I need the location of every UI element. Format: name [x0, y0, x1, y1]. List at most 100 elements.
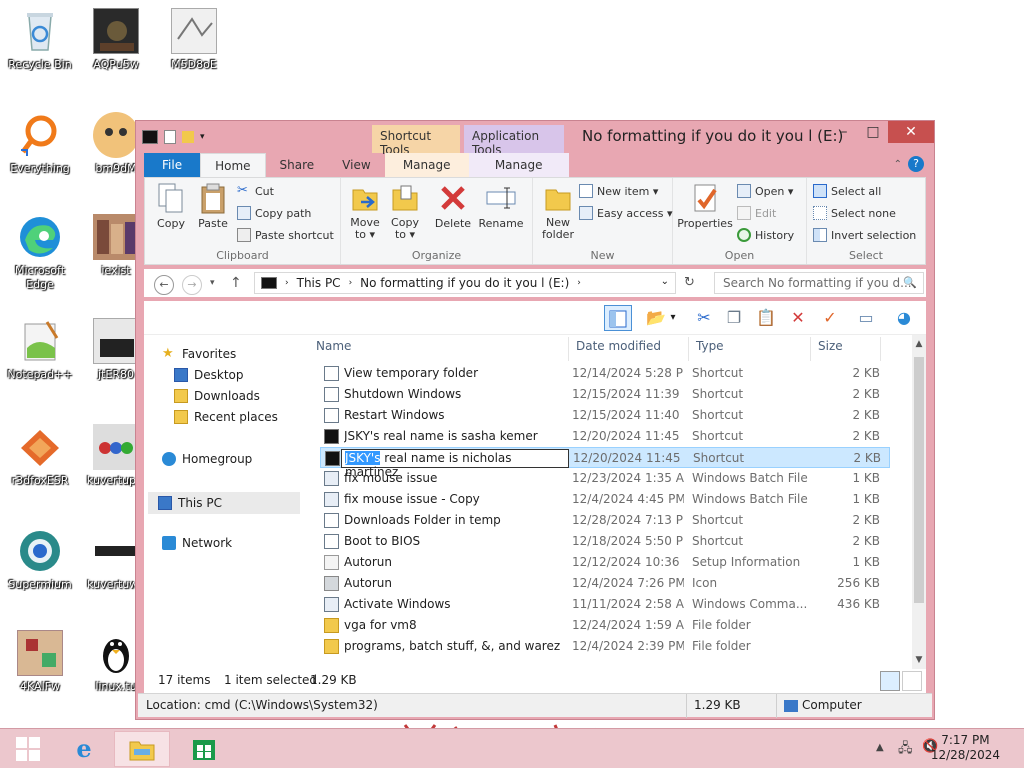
- invert-selection-button[interactable]: Invert selection: [813, 228, 916, 242]
- tray-overflow-icon[interactable]: ▲: [876, 742, 884, 753]
- file-row[interactable]: Downloads Folder in temp 12/28/2024 7:13 …: [320, 510, 890, 531]
- paste-toolbar-icon[interactable]: 📋: [752, 305, 780, 331]
- system-clock[interactable]: 7:17 PM 12/28/2024: [931, 733, 1000, 763]
- desktop-icon-aqpu5w[interactable]: AQPu5w: [76, 8, 156, 71]
- up-button[interactable]: ↑: [230, 275, 242, 291]
- copy-to-button[interactable]: Copy to ▾: [385, 182, 425, 241]
- new-item-button[interactable]: New item ▾: [579, 184, 658, 198]
- open-button[interactable]: Open ▾: [737, 184, 793, 198]
- rename-button[interactable]: Rename: [477, 182, 525, 230]
- details-view-button[interactable]: [880, 671, 900, 691]
- tab-view[interactable]: View: [328, 153, 384, 177]
- scroll-up-icon[interactable]: ▲: [912, 337, 926, 351]
- nav-this-pc[interactable]: This PC: [148, 492, 300, 514]
- desktop-icon-r3dfoxesr[interactable]: r3dfoxESR: [0, 424, 80, 487]
- recent-locations-dropdown-icon[interactable]: ▾: [210, 278, 215, 288]
- refresh-icon[interactable]: ↻: [684, 275, 695, 290]
- nav-network[interactable]: Network: [162, 536, 232, 550]
- file-row[interactable]: fix mouse issue - Copy 12/4/2024 4:45 PM W…: [320, 489, 890, 510]
- desktop-icon-recycle-bin[interactable]: Recycle Bin: [0, 8, 80, 71]
- file-row[interactable]: JSKY's real name is nicholas martinez 12/…: [320, 447, 890, 479]
- back-button[interactable]: ←: [154, 275, 174, 295]
- large-icons-view-button[interactable]: [902, 671, 922, 691]
- column-divider[interactable]: [810, 337, 811, 361]
- file-row[interactable]: Shutdown Windows 12/15/2024 11:39 ... Shor…: [320, 384, 890, 405]
- cut-toolbar-icon[interactable]: ✂: [690, 305, 718, 331]
- nav-recent-places[interactable]: Recent places: [174, 410, 278, 424]
- desktop-icon-everything[interactable]: Everything: [0, 112, 80, 175]
- taskbar-file-explorer[interactable]: [114, 731, 170, 767]
- copy-toolbar-icon[interactable]: ❐: [720, 305, 748, 331]
- tab-manage-application[interactable]: Manage: [468, 153, 569, 177]
- new-folder-qat-icon[interactable]: [182, 131, 194, 143]
- desktop-icon-4kalfw[interactable]: 4KAlFw: [0, 630, 80, 693]
- maximize-button[interactable]: □: [858, 121, 888, 143]
- close-button[interactable]: ✕: [888, 121, 934, 143]
- easy-access-button[interactable]: Easy access ▾: [579, 206, 673, 220]
- taskbar-store[interactable]: [176, 731, 232, 767]
- file-row[interactable]: vga for vm8 12/24/2024 1:59 AM File folder: [320, 615, 890, 636]
- file-row[interactable]: Autorun 12/12/2024 10:36 ... Setup Informa…: [320, 552, 890, 573]
- desktop-icon-supermium[interactable]: Supermium: [0, 528, 80, 591]
- title-bar[interactable]: ▾ Shortcut Tools Application Tools No fo…: [136, 121, 934, 157]
- paste-shortcut-button[interactable]: Paste shortcut: [237, 228, 334, 242]
- file-row[interactable]: Activate Windows 11/11/2024 2:58 AM Window…: [320, 594, 890, 615]
- select-all-button[interactable]: Select all: [813, 184, 881, 198]
- delete-button[interactable]: Delete: [433, 182, 473, 230]
- taskbar-internet-explorer[interactable]: e: [56, 731, 112, 767]
- nav-desktop[interactable]: Desktop: [174, 368, 244, 382]
- file-row[interactable]: Restart Windows 12/15/2024 11:40 ... Short…: [320, 405, 890, 426]
- minimize-button[interactable]: –: [829, 121, 859, 143]
- delete-toolbar-icon[interactable]: ✕: [784, 305, 812, 331]
- nav-favorites[interactable]: ★ Favorites: [162, 347, 236, 362]
- address-dropdown-icon[interactable]: ⌄: [661, 276, 669, 287]
- ribbon-collapse-icon[interactable]: ⌃: [894, 159, 902, 170]
- column-header-size[interactable]: Size: [818, 339, 843, 353]
- copy-button[interactable]: Copy: [151, 182, 191, 230]
- select-none-button[interactable]: Select none: [813, 206, 896, 220]
- nav-homegroup[interactable]: Homegroup: [162, 452, 252, 466]
- properties-toolbar-icon[interactable]: ✓: [816, 305, 844, 331]
- help-icon[interactable]: ?: [908, 156, 924, 172]
- toolbar-dropdown-icon[interactable]: ▾: [666, 305, 680, 331]
- search-input[interactable]: Search No formatting if you d... 🔍: [714, 272, 924, 294]
- scrollbar-thumb[interactable]: [914, 357, 924, 603]
- file-row[interactable]: programs, batch stuff, &, and warez 12/4/…: [320, 636, 890, 657]
- breadcrumb-drive[interactable]: No formatting if you do it you l (E:): [360, 276, 569, 290]
- cmd-window-icon[interactable]: [142, 130, 158, 144]
- vertical-scrollbar[interactable]: ▲ ▼: [912, 335, 926, 669]
- file-row[interactable]: View temporary folder 12/14/2024 5:28 PM S…: [320, 363, 890, 384]
- rename-input[interactable]: JSKY's real name is nicholas martinez: [341, 449, 569, 479]
- breadcrumb-this-pc[interactable]: This PC: [297, 276, 341, 290]
- copy-path-button[interactable]: Copy path: [237, 206, 311, 220]
- history-button[interactable]: History: [737, 228, 794, 242]
- file-row[interactable]: JSKY's real name is sasha kemer 12/20/202…: [320, 426, 890, 447]
- column-divider[interactable]: [880, 337, 881, 361]
- tab-file[interactable]: File: [144, 153, 201, 177]
- desktop-icon-microsoft-edge[interactable]: Microsoft Edge: [0, 214, 80, 292]
- column-divider[interactable]: [568, 337, 569, 361]
- qat-dropdown-icon[interactable]: ▾: [200, 132, 205, 142]
- nav-downloads[interactable]: Downloads: [174, 389, 260, 403]
- properties-button[interactable]: Properties: [677, 182, 733, 230]
- column-header-name[interactable]: Name: [316, 339, 351, 353]
- preview-pane-icon[interactable]: [604, 305, 632, 331]
- new-folder-button[interactable]: New folder: [537, 182, 579, 241]
- forward-button[interactable]: →: [182, 275, 202, 295]
- start-button[interactable]: [0, 731, 56, 767]
- edit-button[interactable]: Edit: [737, 206, 776, 220]
- column-divider[interactable]: [688, 337, 689, 361]
- tab-manage-shortcut[interactable]: Manage: [384, 153, 469, 177]
- column-header-type[interactable]: Type: [696, 339, 724, 353]
- file-row[interactable]: Autorun 12/4/2024 7:26 PM Icon 256 KB: [320, 573, 890, 594]
- tab-home[interactable]: Home: [200, 153, 266, 177]
- tab-share[interactable]: Share: [266, 153, 329, 177]
- properties-qat-icon[interactable]: [164, 130, 176, 144]
- globe-toolbar-icon[interactable]: ◕: [890, 305, 918, 331]
- file-row[interactable]: fix mouse issue 12/23/2024 1:35 AM Windows…: [320, 468, 890, 489]
- desktop-icon-notepadpp[interactable]: Notepad++: [0, 318, 80, 381]
- rename-toolbar-icon[interactable]: ▭: [852, 305, 880, 331]
- desktop-icon-m5d8oe[interactable]: M5D8oE: [154, 8, 234, 71]
- file-row[interactable]: Boot to BIOS 12/18/2024 5:50 PM Shortcut 2 …: [320, 531, 890, 552]
- move-to-button[interactable]: Move to ▾: [345, 182, 385, 241]
